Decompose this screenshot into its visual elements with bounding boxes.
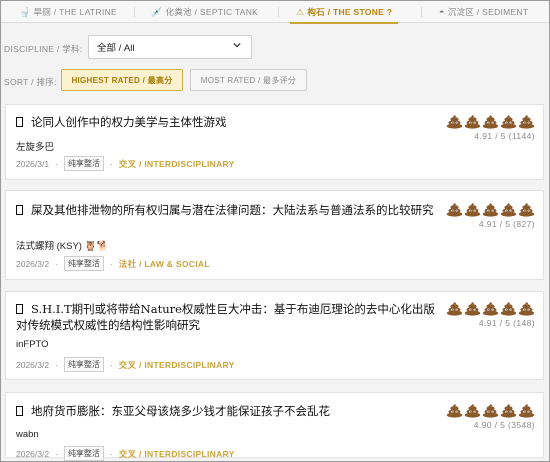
paper-meta: 2026/3/2 · 纯享整活 · 法社 / LAW & SOCIAL bbox=[16, 256, 210, 271]
toilet-icon: 🚽 bbox=[19, 6, 31, 17]
tab-sediment[interactable]: ◓ 沉淀区 / SEDIMENT bbox=[439, 1, 528, 23]
paper-title[interactable]: 屎及其他排泄物的所有权归属与潜在法律问题：大陆法系与普通法系的比较研究 bbox=[16, 202, 444, 218]
paper-author[interactable]: wabn bbox=[16, 429, 39, 440]
tab-divider bbox=[278, 7, 279, 17]
tab-divider bbox=[421, 7, 422, 17]
paper-date: 2026/3/2 bbox=[16, 359, 50, 370]
rating: 4.91 / 5 (827) bbox=[445, 201, 535, 229]
poop-icon bbox=[500, 404, 517, 418]
poop-rating-icons bbox=[445, 402, 535, 418]
tab-label: 构石 / THE STONE ? bbox=[307, 7, 393, 17]
paper-tag[interactable]: 纯享整活 bbox=[63, 156, 104, 171]
document-icon bbox=[16, 406, 23, 416]
section-tabs: 🚽 旱厕 / THE LATRINE 💉 化粪池 / SEPTIC TANK ⚠… bbox=[1, 1, 549, 24]
poop-icon bbox=[464, 203, 481, 217]
paper-author[interactable]: inFPTO bbox=[16, 339, 49, 350]
poop-icon bbox=[518, 115, 535, 129]
rating-score: 4.91 / 5 (827) bbox=[478, 219, 535, 229]
rating: 4.91 / 5 (148) bbox=[445, 300, 535, 328]
discipline-label: DISCIPLINE / 学科: bbox=[4, 44, 83, 54]
document-icon bbox=[16, 205, 23, 215]
paper-author[interactable]: 法式螺翔 (KSY) 🦉🐕 bbox=[16, 238, 108, 252]
poop-rating-icons bbox=[445, 300, 535, 316]
tab-label: 旱厕 / THE LATRINE bbox=[33, 7, 118, 17]
poop-icon bbox=[446, 115, 463, 129]
rating-score: 4.91 / 5 (148) bbox=[478, 318, 535, 328]
paper-category[interactable]: 交叉 / INTERDISCIPLINARY bbox=[119, 448, 235, 460]
tab-label: 化粪池 / SEPTIC TANK bbox=[165, 7, 259, 17]
poop-icon bbox=[464, 404, 481, 418]
tab-label: 沉淀区 / SEDIMENT bbox=[447, 7, 529, 17]
paper-date: 2026/3/2 bbox=[16, 448, 50, 459]
paper-author[interactable]: 左旋多巴 bbox=[16, 139, 54, 153]
poop-icon bbox=[482, 404, 499, 418]
poop-icon bbox=[464, 115, 481, 129]
tab-the-stone[interactable]: ⚠ 构石 / THE STONE ? bbox=[289, 1, 399, 24]
sort-highest-rated-button[interactable]: HIGHEST RATED / 最高分 bbox=[61, 69, 183, 91]
paper-meta: 2026/3/1 · 纯享整活 · 交叉 / INTERDISCIPLINARY bbox=[16, 156, 235, 171]
paper-tag[interactable]: 纯享整活 bbox=[63, 446, 104, 461]
paper-title[interactable]: 地府货币膨胀：东亚父母该烧多少钱才能保证孩子不会乱花 bbox=[16, 403, 416, 419]
paper-card[interactable]: S.H.I.T期刊或将带给Nature权威性巨大冲击：基于布迪厄理论的去中心化出… bbox=[5, 291, 544, 380]
paper-title[interactable]: 论同人创作中的权力美学与主体性游戏 bbox=[16, 114, 416, 130]
paper-card[interactable]: 地府货币膨胀：东亚父母该烧多少钱才能保证孩子不会乱花 wabn 2026/3/2… bbox=[5, 392, 544, 461]
poop-icon bbox=[500, 115, 517, 129]
poop-icon bbox=[518, 302, 535, 316]
paper-meta: 2026/3/2 · 纯享整活 · 交叉 / INTERDISCIPLINARY bbox=[16, 446, 235, 461]
poop-icon bbox=[500, 203, 517, 217]
discipline-select[interactable]: 全部 / All bbox=[88, 35, 252, 59]
paper-category[interactable]: 交叉 / INTERDISCIPLINARY bbox=[119, 359, 235, 371]
poop-icon bbox=[482, 115, 499, 129]
warning-icon: ⚠ bbox=[296, 6, 305, 17]
document-icon bbox=[16, 304, 23, 314]
paper-tag[interactable]: 纯享整活 bbox=[63, 256, 104, 271]
tab-divider bbox=[134, 7, 135, 17]
paper-card[interactable]: 论同人创作中的权力美学与主体性游戏 左旋多巴 2026/3/1 · 纯享整活 · … bbox=[5, 104, 544, 180]
sort-most-rated-button[interactable]: MOST RATED / 最多评分 bbox=[190, 69, 307, 91]
paper-category[interactable]: 法社 / LAW & SOCIAL bbox=[119, 258, 210, 270]
tab-septic-tank[interactable]: 💉 化粪池 / SEPTIC TANK bbox=[151, 1, 258, 23]
poop-icon bbox=[518, 203, 535, 217]
rating: 4.90 / 5 (3548) bbox=[445, 402, 535, 430]
document-icon bbox=[16, 117, 23, 127]
poop-icon bbox=[446, 404, 463, 418]
discipline-value: 全部 / All bbox=[97, 43, 135, 54]
poop-icon bbox=[500, 302, 517, 316]
poop-icon bbox=[446, 203, 463, 217]
rating: 4.91 / 5 (1144) bbox=[445, 113, 535, 141]
rating-score: 4.91 / 5 (1144) bbox=[474, 131, 535, 141]
rating-score: 4.90 / 5 (3548) bbox=[473, 420, 535, 430]
paper-date: 2026/3/1 bbox=[16, 158, 50, 169]
paper-card[interactable]: 屎及其他排泄物的所有权归属与潜在法律问题：大陆法系与普通法系的比较研究 法式螺翔… bbox=[5, 190, 544, 280]
poop-icon bbox=[446, 302, 463, 316]
tab-latrine[interactable]: 🚽 旱厕 / THE LATRINE bbox=[19, 1, 117, 23]
syringe-icon: 💉 bbox=[151, 6, 163, 17]
poop-rating-icons bbox=[445, 113, 535, 129]
sediment-icon: ◓ bbox=[439, 7, 445, 17]
poop-icon bbox=[482, 203, 499, 217]
poop-rating-icons bbox=[445, 201, 535, 217]
poop-icon bbox=[518, 404, 535, 418]
paper-title[interactable]: S.H.I.T期刊或将带给Nature权威性巨大冲击：基于布迪厄理论的去中心化出… bbox=[16, 301, 446, 333]
paper-meta: 2026/3/2 · 纯享整活 · 交叉 / INTERDISCIPLINARY bbox=[16, 357, 235, 372]
chevron-down-icon bbox=[233, 42, 241, 48]
sort-label: SORT / 排序: bbox=[4, 77, 57, 87]
poop-icon bbox=[464, 302, 481, 316]
poop-icon bbox=[482, 302, 499, 316]
paper-date: 2026/3/2 bbox=[16, 258, 50, 269]
paper-category[interactable]: 交叉 / INTERDISCIPLINARY bbox=[119, 158, 235, 170]
paper-tag[interactable]: 纯享整活 bbox=[63, 357, 104, 372]
